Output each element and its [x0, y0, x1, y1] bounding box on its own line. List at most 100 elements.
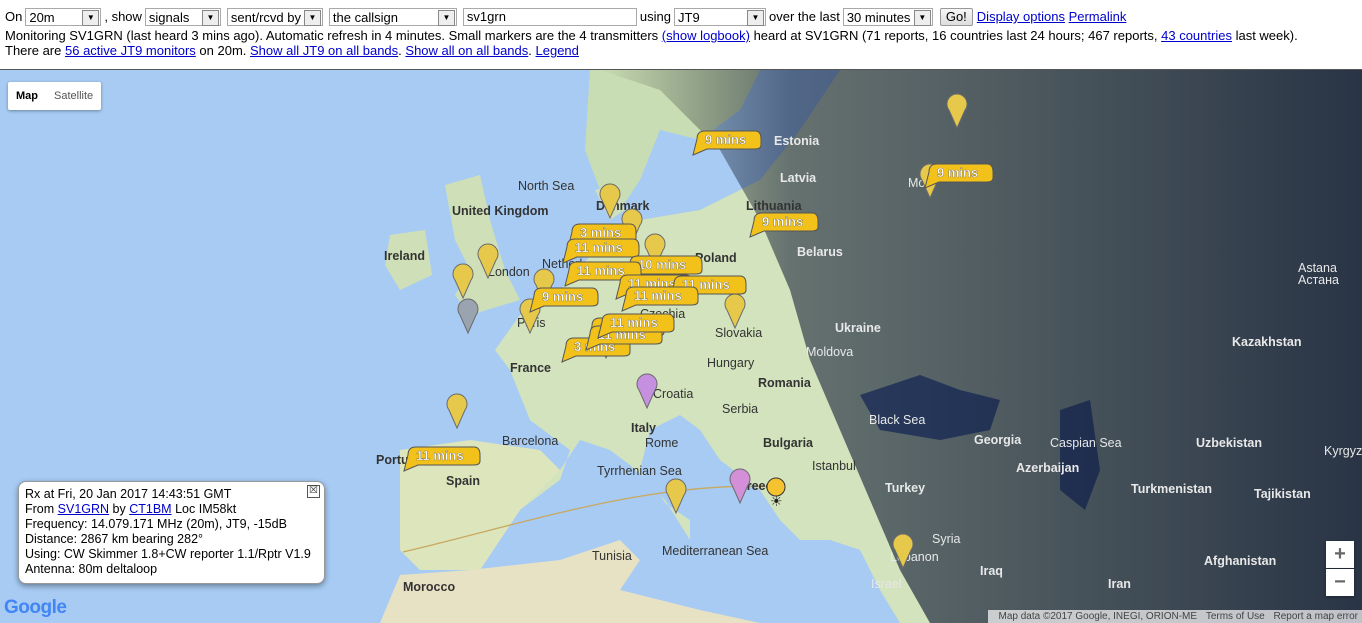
station-marker[interactable] — [724, 293, 746, 330]
place-label: Estonia — [774, 134, 820, 148]
place-label: Afghanistan — [1204, 554, 1276, 568]
place-label: Tyrrhenian Sea — [597, 464, 682, 478]
report-error-link[interactable]: Report a map error — [1274, 611, 1358, 622]
target-select[interactable]: the callsign ▼ — [328, 8, 457, 26]
station-marker[interactable] — [729, 468, 751, 505]
locator: Loc IM58kt — [175, 502, 237, 516]
callsign-input[interactable]: sv1grn — [462, 8, 637, 26]
mode-value: JT9 — [678, 10, 700, 25]
period-value: 30 minutes — [846, 10, 911, 25]
go-button[interactable]: Go! — [939, 8, 973, 26]
direction-value: sent/rcvd by — [230, 10, 302, 25]
place-label: Ukraine — [835, 321, 881, 335]
place-label: Hungary — [707, 356, 755, 370]
mode-select[interactable]: JT9 ▼ — [674, 8, 766, 26]
chevron-down-icon: ▼ — [201, 10, 219, 26]
chevron-down-icon: ▼ — [82, 10, 100, 26]
place-label: Tunisia — [592, 549, 632, 563]
station-marker[interactable] — [446, 393, 468, 430]
place-label: Istanbul — [812, 459, 856, 473]
place-label: Rome — [645, 436, 678, 450]
place-label: France — [510, 361, 551, 375]
time-label-text: 9 mins — [762, 214, 803, 229]
show-all-link[interactable]: Show all on all bands — [405, 43, 528, 58]
place-label: Spain — [446, 474, 480, 488]
place-label: Italy — [631, 421, 656, 435]
chevron-down-icon: ▼ — [747, 10, 764, 26]
by-callsign-link[interactable]: CT1BM — [129, 502, 171, 516]
station-marker[interactable] — [457, 298, 479, 335]
over-label: over the last — [769, 9, 840, 24]
place-label: Moldova — [806, 345, 853, 359]
period-select[interactable]: 30 minutes ▼ — [842, 8, 933, 26]
place-label: Iraq — [980, 564, 1003, 578]
place-label: Morocco — [403, 580, 455, 594]
control-bar: On 20m ▼ , show signals ▼ sent/rcvd by ▼ th… — [0, 0, 1362, 69]
station-marker[interactable] — [452, 263, 474, 300]
status-line-1: Monitoring SV1GRN (last heard 3 mins ago… — [5, 28, 1362, 43]
place-label: Syria — [932, 532, 961, 546]
direction-select[interactable]: sent/rcvd by ▼ — [226, 8, 323, 26]
google-logo: Google — [4, 597, 67, 619]
permalink-link[interactable]: Permalink — [1069, 7, 1127, 27]
chevron-down-icon: ▼ — [303, 10, 321, 26]
infobox-from-line: From SV1GRN by CT1BM Loc IM58kt — [25, 502, 318, 517]
report-infobox: ☒ Rx at Fri, 20 Jan 2017 14:43:51 GMT Fr… — [18, 481, 325, 584]
place-label: Latvia — [780, 171, 817, 185]
status-text-1b: heard at SV1GRN (71 reports, 16 countrie… — [753, 28, 1158, 43]
status-text-1c: last week). — [1235, 28, 1298, 43]
time-label-text: 11 mins — [577, 263, 625, 278]
place-label: Slovakia — [715, 326, 762, 340]
infobox-rx-line: Rx at Fri, 20 Jan 2017 14:43:51 GMT — [25, 487, 232, 501]
zoom-in-button[interactable]: + — [1326, 541, 1354, 568]
place-label: Azerbaijan — [1016, 461, 1079, 475]
using-label: using — [639, 9, 671, 24]
active-monitors-link[interactable]: 56 active JT9 monitors — [65, 43, 196, 58]
place-label: Barcelona — [502, 434, 558, 448]
place-label: Tajikistan — [1254, 487, 1311, 501]
station-marker[interactable] — [665, 478, 687, 515]
station-marker[interactable] — [946, 93, 968, 130]
time-label-bubble[interactable]: 11 mins — [403, 446, 481, 472]
place-label: Serbia — [722, 402, 758, 416]
map-canvas[interactable]: Estonia Latvia Lithuania Denmark North Sea Un… — [0, 69, 1362, 623]
place-label: Lithuania — [746, 199, 803, 213]
show-all-jt9-link[interactable]: Show all JT9 on all bands — [250, 43, 398, 58]
place-label: North Sea — [518, 179, 574, 193]
infobox-using: Using: CW Skimmer 1.8+CW reporter 1.1/Rp… — [25, 547, 311, 561]
zoom-out-button[interactable]: − — [1326, 569, 1354, 596]
close-icon[interactable]: ☒ — [307, 485, 320, 498]
time-label-text: 9 mins — [542, 289, 583, 304]
place-label: Mediterranean Sea — [662, 544, 768, 558]
show-value: signals — [148, 10, 190, 25]
map-type-map[interactable]: Map — [8, 82, 46, 110]
chevron-down-icon: ▼ — [437, 10, 455, 26]
place-label: Bulgaria — [763, 436, 814, 450]
time-label-bubble[interactable]: 9 mins — [692, 130, 762, 156]
show-logbook-link[interactable]: (show logbook) — [662, 28, 750, 43]
legend-link[interactable]: Legend — [536, 43, 579, 58]
infobox-antenna: Antenna: 80m deltaloop — [25, 562, 158, 576]
place-label: Uzbekistan — [1196, 436, 1262, 450]
time-label-text: 11 mins — [575, 240, 623, 255]
map-type-satellite[interactable]: Satellite — [46, 82, 101, 110]
display-options-link[interactable]: Display options — [977, 7, 1065, 27]
place-label: Turkey — [885, 481, 925, 495]
band-select[interactable]: 20m ▼ — [25, 8, 102, 26]
place-label: Georgia — [974, 433, 1022, 447]
time-label-text: 11 mins — [610, 315, 658, 330]
place-label: Romania — [758, 376, 812, 390]
chevron-down-icon: ▼ — [913, 10, 931, 26]
countries-link[interactable]: 43 countries — [1161, 28, 1232, 43]
place-label: Kazakhstan — [1232, 335, 1301, 349]
show-select[interactable]: signals ▼ — [144, 8, 221, 26]
google-logo-text: Google — [4, 597, 67, 618]
place-label: Ireland — [384, 249, 425, 263]
station-marker[interactable] — [636, 373, 658, 410]
time-label-bubble[interactable]: 9 mins — [749, 212, 819, 238]
target-value: the callsign — [332, 10, 398, 25]
attribution-data: Map data ©2017 Google, INEGI, ORION-ME — [998, 611, 1198, 622]
terms-link[interactable]: Terms of Use — [1206, 611, 1265, 622]
place-label: Black Sea — [869, 413, 925, 427]
from-callsign-link[interactable]: SV1GRN — [58, 502, 109, 516]
